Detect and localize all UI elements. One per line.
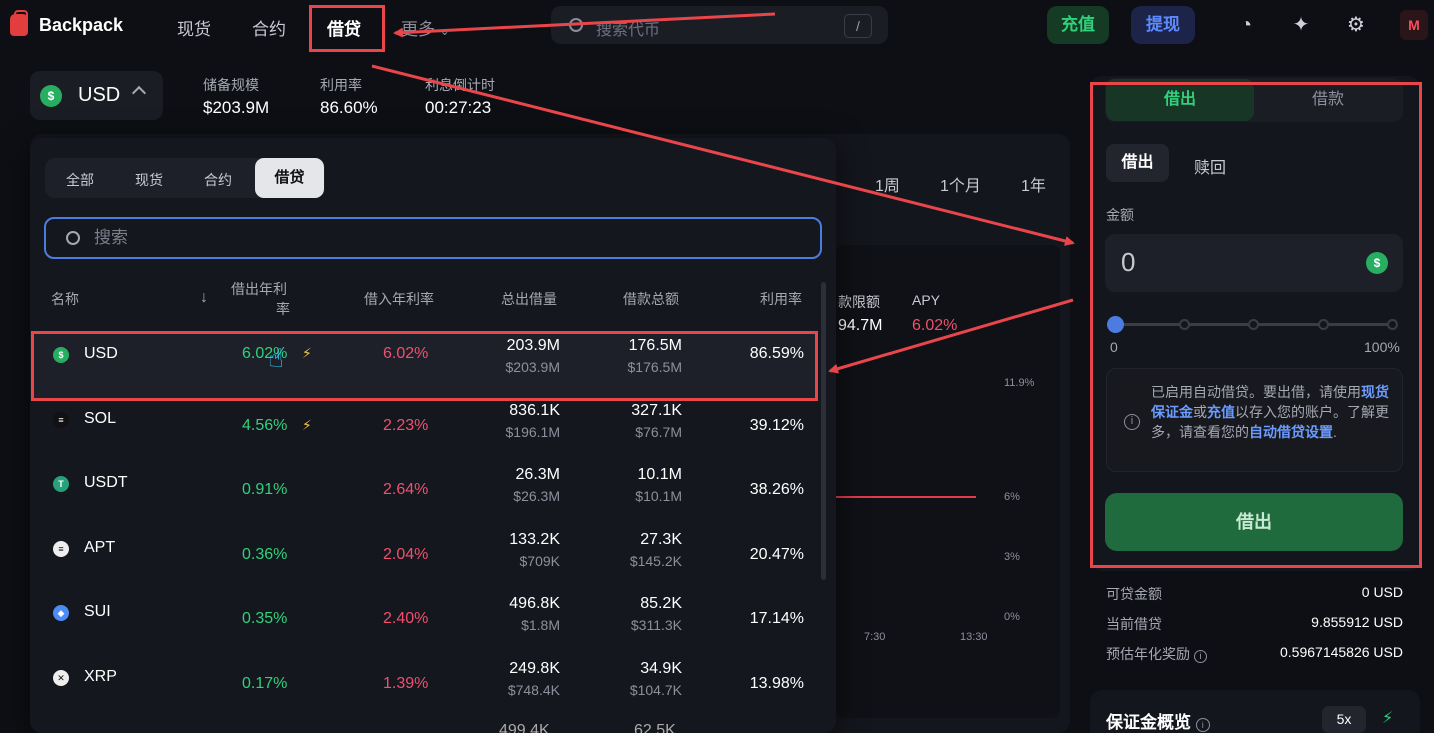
arrow-to-lend-panel	[371, 64, 1075, 246]
arrow-to-lending-nav	[393, 12, 776, 38]
arrow-to-usd-row	[828, 298, 1074, 374]
annotation-arrows	[371, 12, 1075, 374]
